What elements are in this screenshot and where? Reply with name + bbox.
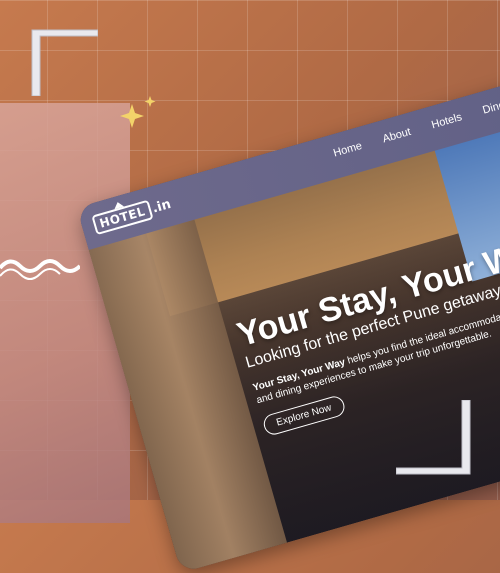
- nav-hotels[interactable]: Hotels: [430, 111, 463, 131]
- nav-dine-in[interactable]: Dine-in: [481, 96, 500, 117]
- squiggle-icon: [0, 259, 80, 280]
- logo-suffix: .in: [150, 196, 173, 216]
- corner-bracket-icon: [396, 400, 471, 475]
- logo-box: HOTEL: [91, 199, 154, 236]
- corner-bracket-icon: [31, 29, 98, 96]
- nav-about[interactable]: About: [381, 126, 412, 145]
- nav-home[interactable]: Home: [332, 140, 364, 160]
- logo-text: HOTEL: [97, 204, 147, 231]
- logo-hanger-icon: [113, 200, 125, 210]
